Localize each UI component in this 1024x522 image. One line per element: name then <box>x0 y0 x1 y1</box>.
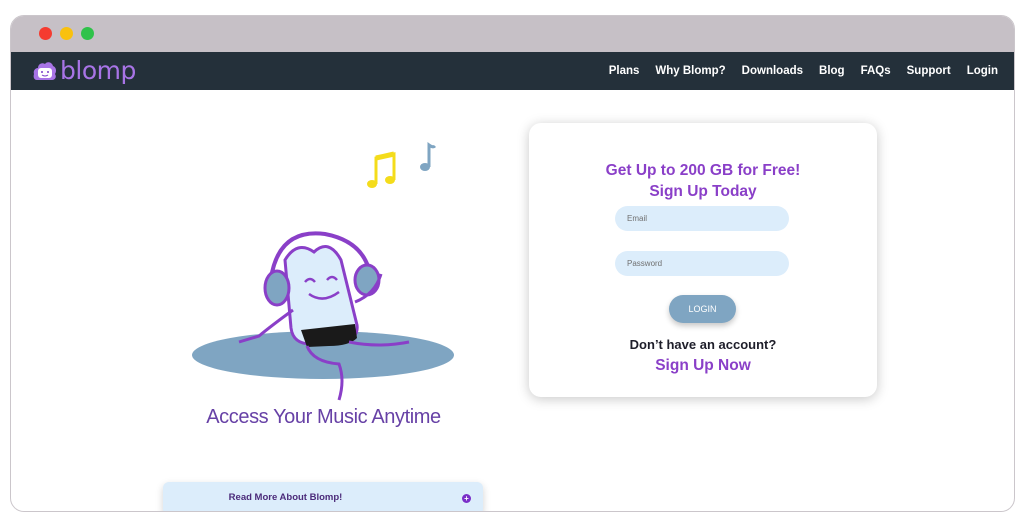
close-window-button[interactable] <box>39 27 52 40</box>
browser-window: blomp Plans Why Blomp? Downloads Blog FA… <box>10 15 1015 512</box>
plus-circle-icon: + <box>462 494 471 503</box>
nav-link-login[interactable]: Login <box>967 65 998 77</box>
blomp-logo[interactable]: blomp <box>32 56 136 86</box>
nav-links: Plans Why Blomp? Downloads Blog FAQs Sup… <box>593 52 998 90</box>
signup-heading: Get Up to 200 GB for Free! Sign Up Today <box>529 160 877 202</box>
login-button[interactable]: LOGIN <box>669 295 736 323</box>
signup-heading-line2: Sign Up Today <box>649 183 757 200</box>
window-titlebar <box>11 16 1014 52</box>
nav-link-faqs[interactable]: FAQs <box>861 65 891 77</box>
signup-heading-line1: Get Up to 200 GB for Free! <box>605 162 801 179</box>
hero-tagline: Access Your Music Anytime <box>206 406 441 428</box>
cloud-face-icon <box>33 62 57 80</box>
nav-link-why-blomp[interactable]: Why Blomp? <box>655 65 725 77</box>
sign-up-now-link[interactable]: Sign Up Now <box>529 357 877 375</box>
site-navbar: blomp Plans Why Blomp? Downloads Blog FA… <box>11 52 1014 90</box>
email-field[interactable] <box>615 206 789 231</box>
nav-link-support[interactable]: Support <box>907 65 951 77</box>
hero-section: Access Your Music Anytime Read More Abou… <box>11 90 1014 511</box>
read-more-button[interactable]: Read More About Blomp! + <box>163 482 483 511</box>
music-notes-icon <box>367 142 437 188</box>
password-field[interactable] <box>615 251 789 276</box>
read-more-label: Read More About Blomp! <box>228 492 343 503</box>
logo-text: blomp <box>60 56 136 85</box>
nav-link-downloads[interactable]: Downloads <box>742 65 803 77</box>
maximize-window-button[interactable] <box>81 27 94 40</box>
nav-link-plans[interactable]: Plans <box>609 65 640 77</box>
signup-card: Get Up to 200 GB for Free! Sign Up Today… <box>529 123 877 397</box>
mascot-with-headphones-illustration <box>192 231 454 401</box>
minimize-window-button[interactable] <box>60 27 73 40</box>
nav-link-blog[interactable]: Blog <box>819 65 845 77</box>
no-account-text: Don’t have an account? <box>629 337 777 352</box>
